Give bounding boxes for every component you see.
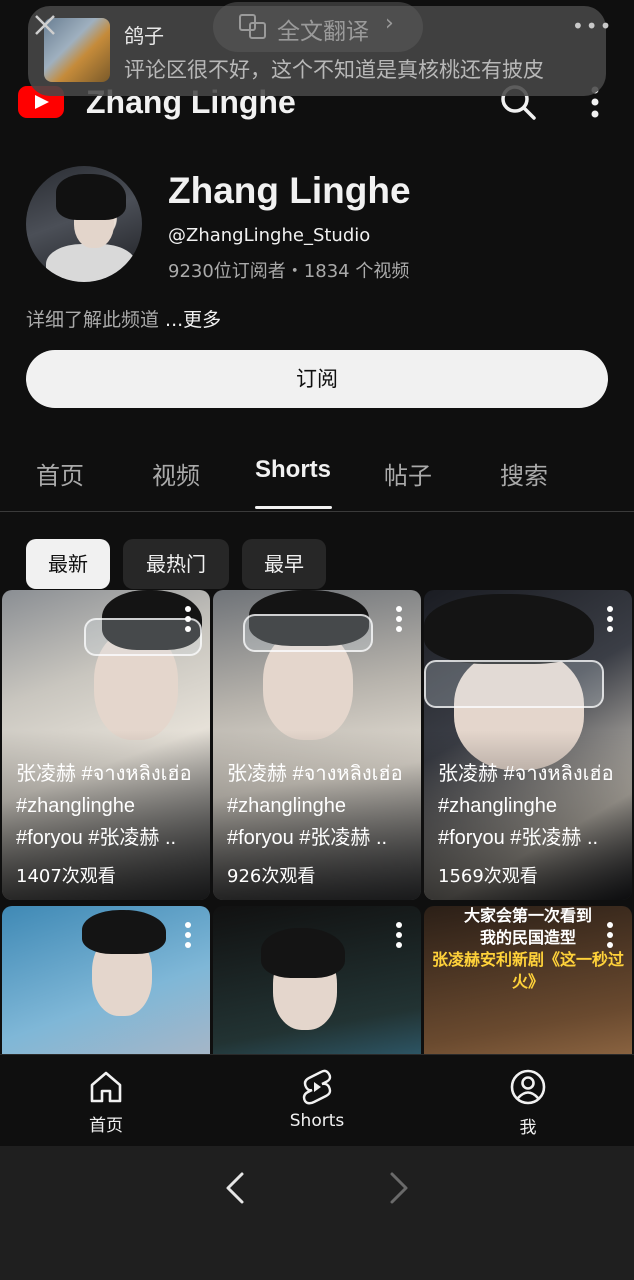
short-views: 1407次观看 [16,866,116,887]
short-card[interactable]: 张凌赫 #จางหลิงเฮ่อ #zhanglinghe #foryou #张… [424,590,632,900]
translate-icon [239,14,266,39]
short-views: 926次观看 [227,866,316,887]
tab-videos[interactable]: 视频 [152,456,200,491]
nav-you[interactable]: 我 [448,1055,608,1147]
nav-home-label: 首页 [89,1116,123,1136]
shorts-icon [302,1069,332,1105]
short-card[interactable]: 张凌赫 #จางหลิงเฮ่อ #zhanglinghe #foryou #张… [213,590,421,900]
back-arrow-icon[interactable] [220,1168,250,1208]
channel-name: Zhang Linghe [168,170,411,211]
short-caption: 张凌赫 #จางหลิงเฮ่อ #zhanglinghe #foryou #张… [16,763,192,849]
short-more-icon[interactable] [184,604,192,634]
tab-active-indicator [255,506,332,509]
nav-shorts[interactable]: Shorts [237,1055,397,1147]
notification-more-icon[interactable]: ••• [572,14,613,38]
tab-shorts[interactable]: Shorts [255,456,331,484]
short-card[interactable]: 张凌赫 #จางหลิงเฮ่อ #zhanglinghe #foryou #张… [2,590,210,900]
nav-you-label: 我 [519,1118,537,1138]
channel-avatar[interactable] [26,166,142,282]
channel-handle: @ZhangLinghe_Studio [168,225,371,246]
notification-message: 评论区很不好，这个不知道是真核桃还有披皮 [124,58,544,82]
short-more-icon[interactable] [606,604,614,634]
chip-latest[interactable]: 最新 [26,539,110,589]
tab-search[interactable]: 搜索 [500,456,548,491]
chip-oldest[interactable]: 最早 [242,539,326,589]
tab-posts[interactable]: 帖子 [384,456,432,491]
chip-popular[interactable]: 最热门 [123,539,229,589]
account-icon [510,1069,546,1105]
nav-shorts-label: Shorts [289,1111,345,1131]
channel-tabs: 首页 视频 Shorts 帖子 搜索 [0,440,634,512]
short-caption: 张凌赫 #จางหลิงเฮ่อ #zhanglinghe #foryou #张… [438,763,614,849]
short-more-icon[interactable] [184,920,192,950]
channel-stats: 9230位订阅者・1834 个视频 [168,261,410,282]
bottom-nav: 首页 Shorts 我 [0,1054,634,1146]
system-nav-bar [0,1146,634,1280]
forward-arrow-icon[interactable] [384,1168,414,1208]
notification-sender: 鸽子 [124,24,164,48]
short-views: 1569次观看 [438,866,538,887]
close-icon[interactable] [32,12,58,38]
short-more-icon[interactable] [606,920,614,950]
channel-description-text: 详细了解此频道 [26,309,166,331]
tab-home[interactable]: 首页 [36,456,84,491]
short-banner: 大家会第一次看到 我的民国造型 张凌赫安利新剧《这一秒过火》 [431,908,624,991]
translate-label: 全文翻译 [277,19,369,45]
translate-button[interactable]: 全文翻译 › [213,2,423,52]
nav-home[interactable]: 首页 [26,1055,186,1147]
short-caption: 张凌赫 #จางหลิงเฮ่อ #zhanglinghe #foryou #张… [227,763,403,849]
channel-description[interactable]: 详细了解此频道 ...更多 [26,305,221,332]
subscribe-button[interactable]: 订阅 [26,350,608,408]
short-more-icon[interactable] [395,604,403,634]
chevron-right-icon: › [385,11,394,36]
description-more-link[interactable]: ...更多 [165,309,221,331]
short-more-icon[interactable] [395,920,403,950]
home-icon [90,1071,122,1103]
